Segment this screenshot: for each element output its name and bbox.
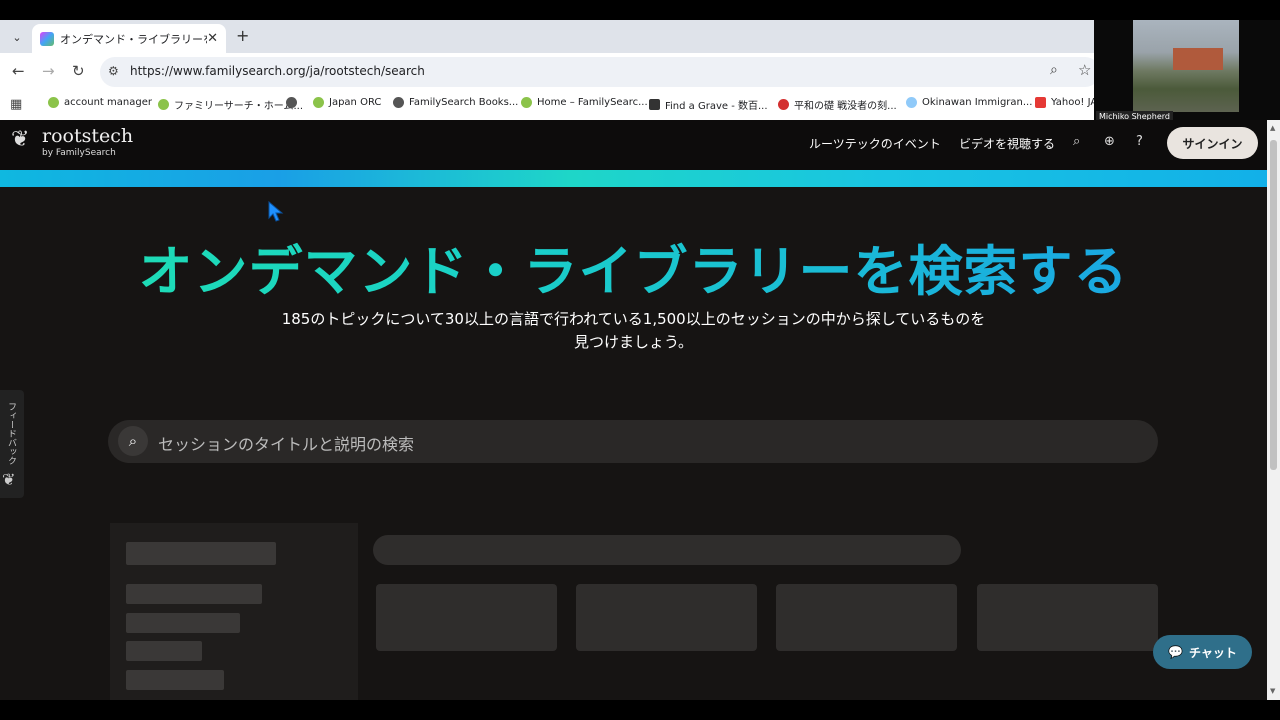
bookmark-item[interactable]: account manager [48,97,152,108]
omnibox[interactable]: ⚙ https://www.familysearch.org/ja/rootst… [100,57,1100,87]
chat-label: チャット [1189,645,1237,660]
page-title: オンデマンド・ライブラリーを検索する [0,240,1267,304]
participant-video [1133,20,1239,112]
mouse-cursor-icon [268,201,284,222]
browser-tab[interactable]: オンデマンド・ライブラリーを検索する ✕ [32,24,226,53]
nav-events[interactable]: ルーツテックのイベント [809,135,941,152]
signin-button[interactable]: サインイン [1167,127,1258,159]
globe-icon [393,97,404,108]
search-input[interactable]: セッションのタイトルと説明の検索 [158,431,414,455]
globe-icon [286,97,297,108]
grave-icon [649,99,660,110]
skeleton-line [126,641,202,661]
bookmark-item[interactable]: Home – FamilySearc... [521,97,648,108]
skeleton-card [576,584,757,651]
site-info-icon[interactable]: ⚙ [108,64,119,78]
page-subtitle: 185のトピックについて30以上の言語で行われている1,500以上のセッションの… [281,310,986,351]
bookmark-item[interactable]: ファミリーサーチ・ホーム... [158,97,303,112]
bookmark-star-icon[interactable]: ☆ [1078,61,1091,79]
skeleton-card [376,584,557,651]
site-icon [906,97,917,108]
tree-icon [158,99,169,110]
new-tab-button[interactable]: + [236,26,249,45]
scroll-up-icon[interactable]: ▲ [1270,124,1275,132]
reload-icon[interactable]: ↻ [72,62,85,80]
scroll-down-icon[interactable]: ▼ [1270,687,1275,695]
video-call-thumbnail: Michiko Shepherd [1094,20,1280,125]
forward-icon[interactable]: → [42,62,55,80]
back-icon[interactable]: ← [12,62,25,80]
skeleton-line [126,542,276,565]
url-text[interactable]: https://www.familysearch.org/ja/rootstec… [130,64,425,78]
bookmark-item[interactable]: FamilySearch Books... [393,97,518,108]
bottom-letterbox [0,700,1280,720]
search-icon[interactable]: ⌕ [118,426,148,456]
feedback-label: フィードバック [6,402,16,465]
top-letterbox [0,0,1280,20]
close-icon[interactable]: ✕ [207,31,218,46]
feedback-tab[interactable]: フィードバック ❦ [0,390,24,498]
search-bar[interactable]: ⌕ セッションのタイトルと説明の検索 [108,420,1158,463]
search-icon[interactable]: ⌕ [1073,134,1080,149]
zoom-icon[interactable]: ⌕ [1050,62,1058,78]
bookmark-item[interactable]: Japan ORC [313,97,381,108]
scrollbar[interactable]: ▲ ▼ [1267,120,1280,700]
bookmark-item[interactable]: Yahoo! JA [1035,97,1097,108]
bookmark-item[interactable] [286,97,302,108]
tab-strip: ⌄ オンデマンド・ライブラリーを検索する ✕ + [0,20,1094,53]
peace-icon [778,99,789,110]
bookmark-item[interactable]: Find a Grave - 数百... [649,97,768,112]
tree-icon [521,97,532,108]
yahoo-icon [1035,97,1046,108]
skeleton-sidebar [110,523,358,700]
gradient-banner [0,170,1267,187]
apps-grid-icon[interactable]: ▦ [10,97,22,112]
tree-icon: ❦ [2,470,16,489]
bookmark-item[interactable]: Okinawan Immigran... [906,97,1032,108]
logo-subtitle: by FamilySearch [42,148,116,158]
address-bar-row: ← → ↻ ⚙ https://www.familysearch.org/ja/… [0,53,1100,91]
skeleton-card [977,584,1158,651]
tree-icon [48,97,59,108]
site-header: ❦ rootstech by FamilySearch ルーツテックのイベント … [0,120,1267,170]
nav-watch-videos[interactable]: ビデオを視聴する [959,135,1055,152]
tab-favicon-icon [40,31,54,46]
video-building [1173,48,1223,70]
skeleton-pill [373,535,961,565]
tree-icon [313,97,324,108]
skeleton-card [776,584,957,651]
bookmark-item[interactable]: 平和の礎 戦没者の刻... [778,97,897,112]
scrollbar-thumb[interactable] [1270,140,1277,470]
skeleton-line [126,584,262,604]
tree-logo-icon[interactable]: ❦ [11,127,29,152]
chat-button[interactable]: 💬 チャット [1153,635,1252,669]
tab-search-icon[interactable]: ⌄ [6,26,28,48]
bookmarks-bar: ▦ account manager ファミリーサーチ・ホーム... Japan … [0,91,1097,121]
skeleton-line [126,613,240,633]
globe-icon[interactable]: ⊕ [1104,134,1115,149]
chat-icon: 💬 [1168,645,1184,659]
logo-wordmark[interactable]: rootstech [42,125,133,147]
tab-title: オンデマンド・ライブラリーを検索する [60,32,207,46]
help-icon[interactable]: ? [1136,134,1143,149]
skeleton-line [126,670,224,690]
